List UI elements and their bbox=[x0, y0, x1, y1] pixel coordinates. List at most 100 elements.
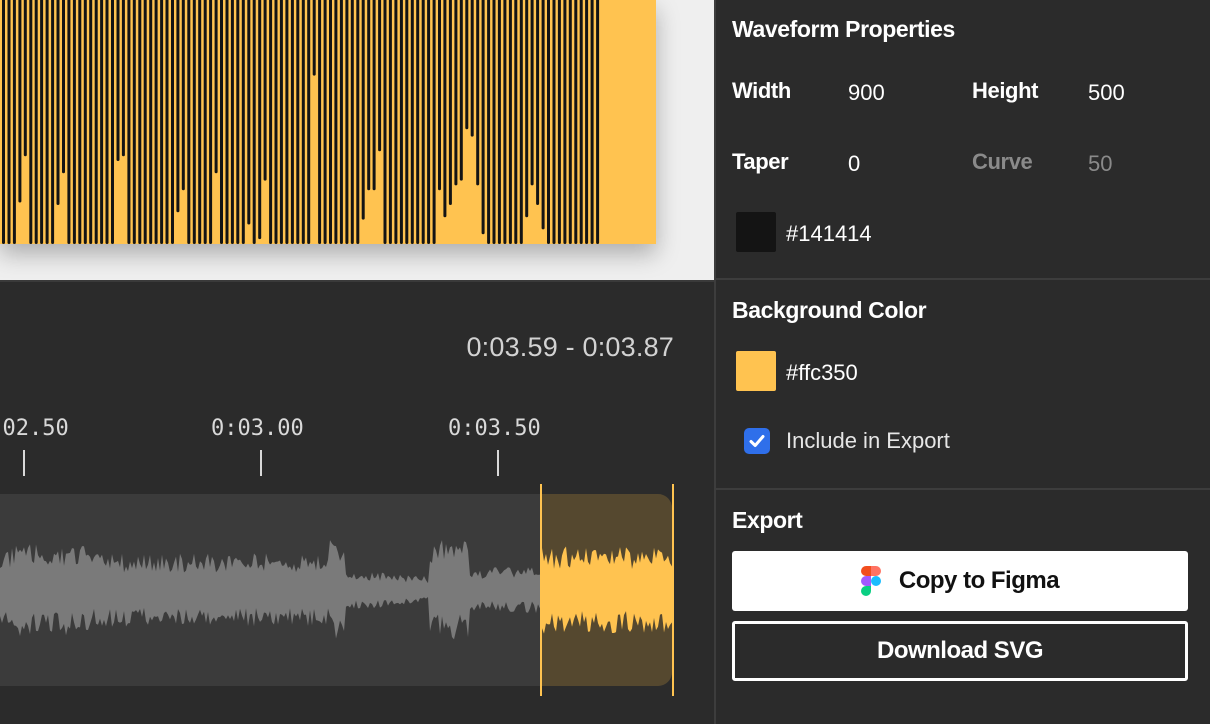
preview-bar bbox=[388, 0, 392, 244]
copy-to-figma-label: Copy to Figma bbox=[898, 567, 1060, 594]
background-color-swatch[interactable] bbox=[736, 351, 776, 391]
background-color-hex[interactable]: #ffc350 bbox=[786, 360, 858, 386]
preview-bar bbox=[56, 0, 60, 205]
include-in-export-label[interactable]: Include in Export bbox=[786, 428, 950, 454]
preview-bar bbox=[62, 0, 65, 174]
preview-bar bbox=[443, 0, 447, 218]
preview-bar bbox=[67, 0, 71, 244]
download-svg-button[interactable]: Download SVG bbox=[732, 621, 1188, 681]
selection-time-range: 0:03.59 - 0:03.87 bbox=[466, 332, 674, 362]
preview-bar bbox=[83, 0, 87, 244]
preview-bar bbox=[285, 0, 289, 244]
selection-end-handle[interactable] bbox=[672, 484, 674, 696]
preview-bar bbox=[209, 0, 213, 244]
preview-bar bbox=[492, 0, 496, 244]
curve-input[interactable]: 50 bbox=[1088, 151, 1112, 177]
waveform-color-hex[interactable]: #141414 bbox=[786, 221, 872, 247]
waveform-properties-title: Waveform Properties bbox=[732, 16, 955, 42]
background-color-title: Background Color bbox=[732, 297, 927, 323]
preview-bar bbox=[367, 0, 371, 191]
preview-bar bbox=[181, 0, 185, 191]
section-divider bbox=[716, 278, 1210, 280]
preview-bar bbox=[427, 0, 431, 244]
preview-bar bbox=[116, 0, 120, 161]
preview-bar bbox=[121, 0, 125, 157]
preview-bar bbox=[563, 0, 567, 244]
checkmark-icon bbox=[749, 435, 765, 447]
preview-bar bbox=[323, 0, 327, 244]
taper-input[interactable]: 0 bbox=[848, 151, 860, 177]
preview-bar bbox=[143, 0, 147, 244]
preview-bar bbox=[263, 0, 267, 181]
preview-bar bbox=[405, 0, 409, 244]
preview-bar bbox=[329, 0, 332, 244]
preview-bar bbox=[252, 0, 256, 244]
timeline-area: 0:03.59 - 0:03.87 0:02.50 0:03.00 0:03.5… bbox=[0, 282, 714, 724]
preview-bar bbox=[312, 0, 316, 76]
preview-bar bbox=[416, 0, 420, 244]
preview-bar bbox=[541, 0, 545, 230]
preview-bar bbox=[596, 0, 600, 244]
preview-bar bbox=[236, 0, 240, 244]
preview-bar bbox=[230, 0, 234, 244]
preview-bar bbox=[454, 0, 458, 186]
waveform-unselected bbox=[0, 540, 540, 640]
preview-bar bbox=[18, 0, 22, 203]
preview-bar bbox=[165, 0, 169, 244]
preview-bar bbox=[339, 0, 343, 244]
waveform-preview-card bbox=[0, 0, 656, 244]
preview-bar bbox=[12, 0, 16, 244]
preview-bar bbox=[547, 0, 550, 244]
preview-bar bbox=[192, 0, 196, 244]
preview-bar bbox=[503, 0, 507, 244]
preview-bar bbox=[378, 0, 382, 152]
preview-bar bbox=[525, 0, 529, 218]
export-title: Export bbox=[732, 507, 803, 533]
preview-bar bbox=[410, 0, 414, 244]
preview-bar bbox=[585, 0, 589, 244]
preview-bar bbox=[345, 0, 349, 244]
preview-bars bbox=[2, 0, 600, 244]
copy-to-figma-button[interactable]: Copy to Figma bbox=[732, 551, 1188, 611]
audio-waveform[interactable] bbox=[0, 494, 672, 686]
preview-bar bbox=[72, 0, 76, 244]
preview-bar bbox=[40, 0, 44, 244]
preview-bar bbox=[481, 0, 485, 235]
preview-bar bbox=[350, 0, 354, 244]
height-input[interactable]: 500 bbox=[1088, 80, 1125, 106]
width-input[interactable]: 900 bbox=[848, 80, 885, 106]
preview-bar bbox=[399, 0, 403, 244]
download-svg-label: Download SVG bbox=[876, 637, 1044, 664]
preview-bar bbox=[470, 0, 474, 137]
preview-bar bbox=[258, 0, 262, 240]
width-label: Width bbox=[732, 78, 791, 103]
preview-bar bbox=[45, 0, 49, 244]
include-in-export-checkbox[interactable] bbox=[744, 428, 770, 454]
preview-bar bbox=[171, 0, 174, 244]
preview-bar bbox=[220, 0, 223, 244]
preview-bar bbox=[274, 0, 278, 244]
preview-bar bbox=[94, 0, 98, 244]
curve-label: Curve bbox=[972, 149, 1033, 174]
tick-mark bbox=[260, 450, 262, 476]
taper-label: Taper bbox=[732, 149, 789, 174]
selection-start-handle[interactable] bbox=[540, 484, 542, 696]
preview-bar bbox=[459, 0, 463, 181]
audio-track[interactable] bbox=[0, 494, 672, 686]
preview-bar bbox=[198, 0, 202, 244]
preview-bar bbox=[290, 0, 294, 244]
preview-bar bbox=[361, 0, 365, 220]
waveform-color-swatch[interactable] bbox=[736, 212, 776, 252]
preview-bar bbox=[432, 0, 436, 244]
preview-bar bbox=[187, 0, 191, 244]
preview-bar bbox=[111, 0, 114, 244]
tick-label: 0:03.50 bbox=[448, 416, 541, 441]
preview-bar bbox=[154, 0, 158, 244]
preview-bar bbox=[203, 0, 207, 244]
preview-bar bbox=[301, 0, 305, 244]
preview-bar bbox=[438, 0, 441, 191]
preview-bar bbox=[318, 0, 322, 244]
preview-bar bbox=[372, 0, 376, 191]
preview-bar bbox=[557, 0, 561, 244]
preview-bar bbox=[34, 0, 38, 244]
